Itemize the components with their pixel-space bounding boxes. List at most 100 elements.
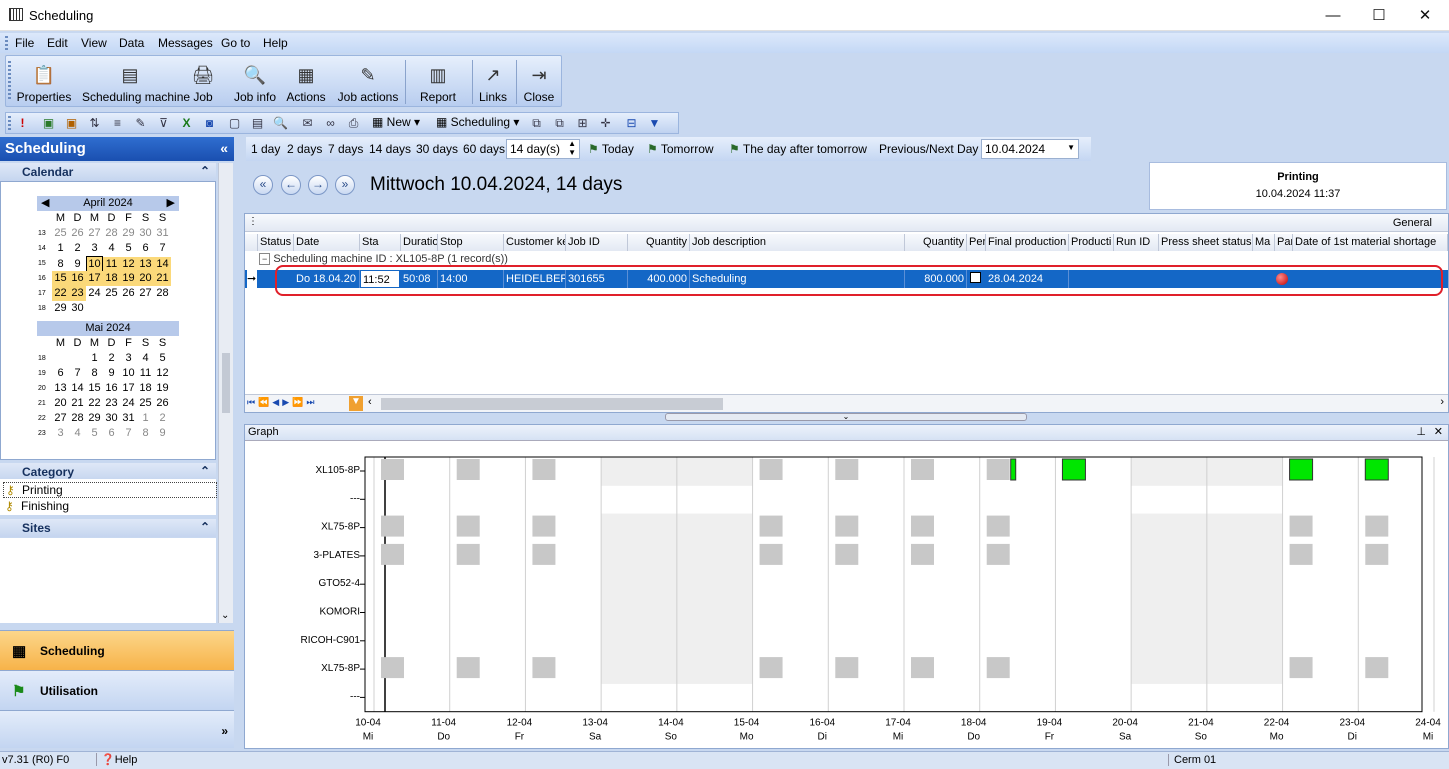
- calendar-day[interactable]: 29: [52, 301, 69, 316]
- calendar-day[interactable]: 23: [69, 286, 86, 301]
- calendar-day[interactable]: 6: [137, 241, 154, 256]
- menu-view[interactable]: View: [81, 36, 107, 50]
- calendar-day[interactable]: 15: [86, 381, 103, 396]
- calendar-day[interactable]: 5: [154, 351, 171, 366]
- document-icon[interactable]: ▤: [249, 115, 266, 131]
- link-icon[interactable]: ∞: [322, 115, 339, 131]
- calendar-day[interactable]: 27: [137, 286, 154, 301]
- collapse-icon[interactable]: −: [259, 253, 271, 265]
- calendar-day[interactable]: 11: [103, 257, 120, 272]
- grid-hscroll-thumb[interactable]: [381, 398, 723, 410]
- nav-utilisation[interactable]: ⚑ Utilisation: [0, 670, 234, 710]
- calendar-day[interactable]: 27: [52, 411, 69, 426]
- calendar-day[interactable]: 11: [137, 366, 154, 381]
- scheduling-dropdown[interactable]: ▦ Scheduling ▾: [436, 115, 519, 131]
- calendar-day[interactable]: 27: [86, 226, 103, 241]
- calendar-day[interactable]: 7: [69, 366, 86, 381]
- calendar-day[interactable]: 16: [103, 381, 120, 396]
- column-header[interactable]: Press sheet status: [1159, 234, 1253, 251]
- calendar-day[interactable]: 21: [154, 271, 171, 286]
- calendar-day[interactable]: 9: [103, 366, 120, 381]
- calendar-day[interactable]: 21: [69, 396, 86, 411]
- column-header[interactable]: Final production: [986, 234, 1069, 251]
- menu-edit[interactable]: Edit: [47, 36, 68, 50]
- calendar-day[interactable]: 24: [86, 286, 103, 301]
- menu-file[interactable]: File: [15, 36, 34, 50]
- calendar-day[interactable]: 19: [120, 271, 137, 286]
- calendar-day[interactable]: 26: [120, 286, 137, 301]
- minimize-button[interactable]: —: [1310, 0, 1356, 31]
- sort-icon[interactable]: ⇅: [86, 115, 103, 131]
- calendar-day[interactable]: 22: [52, 286, 69, 301]
- calendar-day[interactable]: 8: [52, 257, 69, 272]
- calendar-day[interactable]: 17: [120, 381, 137, 396]
- preview-icon[interactable]: 🔍: [272, 115, 289, 131]
- folder-icon[interactable]: ▣: [63, 115, 80, 131]
- close-window-button[interactable]: ✕: [1402, 0, 1448, 31]
- calendar-day[interactable]: 30: [137, 226, 154, 241]
- calendar-day[interactable]: 29: [86, 411, 103, 426]
- column-header[interactable]: Par: [1275, 234, 1293, 251]
- next-period-icon[interactable]: →: [308, 175, 328, 195]
- scroll-left-icon[interactable]: ‹: [368, 396, 372, 408]
- calendar-day[interactable]: 18: [103, 271, 120, 286]
- column-header[interactable]: Customer ke: [504, 234, 566, 251]
- calendar-day[interactable]: 31: [120, 411, 137, 426]
- calendar-day[interactable]: 28: [69, 411, 86, 426]
- calendar-day[interactable]: 15: [52, 271, 69, 286]
- column-header[interactable]: Sta: [360, 234, 401, 251]
- calendar-day[interactable]: 18: [137, 381, 154, 396]
- category-item-printing[interactable]: ⚷ Printing: [3, 482, 217, 498]
- column-header[interactable]: Quantity: [905, 234, 967, 251]
- calendar-day[interactable]: 8: [137, 426, 154, 441]
- print-icon[interactable]: ⎙: [345, 115, 362, 131]
- menu-data[interactable]: Data: [119, 36, 144, 50]
- group-row[interactable]: − Scheduling machine ID : XL105-8P (1 re…: [259, 253, 508, 265]
- range-30-days[interactable]: 30 days: [416, 142, 458, 156]
- calendar-day[interactable]: 5: [120, 241, 137, 256]
- report-button[interactable]: ▥ Report: [410, 56, 466, 108]
- date-picker[interactable]: 10.04.2024 ▼: [981, 139, 1079, 159]
- calendar-day[interactable]: 4: [137, 351, 154, 366]
- today-button[interactable]: ⚑ Today: [588, 142, 634, 156]
- calendar-day[interactable]: 20: [52, 396, 69, 411]
- job-button[interactable]: 🖨 Job: [188, 56, 218, 108]
- prev-next-day-button[interactable]: Previous/Next Day: [879, 142, 978, 156]
- left-scrollbar-thumb[interactable]: [222, 353, 230, 413]
- column-header[interactable]: Per: [967, 234, 986, 251]
- window-icon[interactable]: ▢: [226, 115, 243, 131]
- align-icon[interactable]: ≡: [109, 115, 126, 131]
- properties-button[interactable]: 📋 Properties: [16, 56, 72, 108]
- calendar-day[interactable]: 25: [52, 226, 69, 241]
- job-actions-button[interactable]: ✎ Job actions: [336, 56, 400, 108]
- splitter-handle[interactable]: ⌄: [665, 413, 1027, 421]
- mail-icon[interactable]: ✉: [299, 115, 316, 131]
- close-graph-icon[interactable]: ✕: [1434, 425, 1443, 438]
- calendar-day[interactable]: 14: [69, 381, 86, 396]
- filter-icon[interactable]: ▼: [349, 396, 363, 411]
- column-header[interactable]: Date: [294, 234, 360, 251]
- calendar-day[interactable]: 3: [86, 241, 103, 256]
- open-folder-icon[interactable]: ▣: [40, 115, 57, 131]
- calendar-day[interactable]: 17: [86, 271, 103, 286]
- column-header[interactable]: Producti: [1069, 234, 1114, 251]
- range-7-days[interactable]: 7 days: [328, 142, 363, 156]
- collapse-left-icon[interactable]: «: [220, 140, 228, 156]
- excel-icon[interactable]: X: [178, 115, 195, 131]
- group-icon[interactable]: ⊟: [623, 115, 640, 131]
- calendar-day[interactable]: 9: [154, 426, 171, 441]
- refresh-icon[interactable]: ◙: [201, 115, 218, 131]
- calendar-day[interactable]: 4: [103, 241, 120, 256]
- nav-more[interactable]: »: [0, 710, 234, 748]
- spinner-arrows-icon[interactable]: ▲ ▼: [568, 139, 576, 157]
- calendar-day[interactable]: 30: [69, 301, 86, 316]
- column-header[interactable]: Run ID: [1114, 234, 1159, 251]
- calendar-day[interactable]: 24: [120, 396, 137, 411]
- column-header[interactable]: Quantity: [628, 234, 690, 251]
- category-item-finishing[interactable]: ⚷ Finishing: [3, 499, 217, 515]
- split-icon[interactable]: ⊞: [574, 115, 591, 131]
- menu-goto[interactable]: Go to: [221, 36, 250, 50]
- calendar-day[interactable]: 2: [154, 411, 171, 426]
- calendar-day[interactable]: 10: [120, 366, 137, 381]
- column-header[interactable]: Stop: [438, 234, 504, 251]
